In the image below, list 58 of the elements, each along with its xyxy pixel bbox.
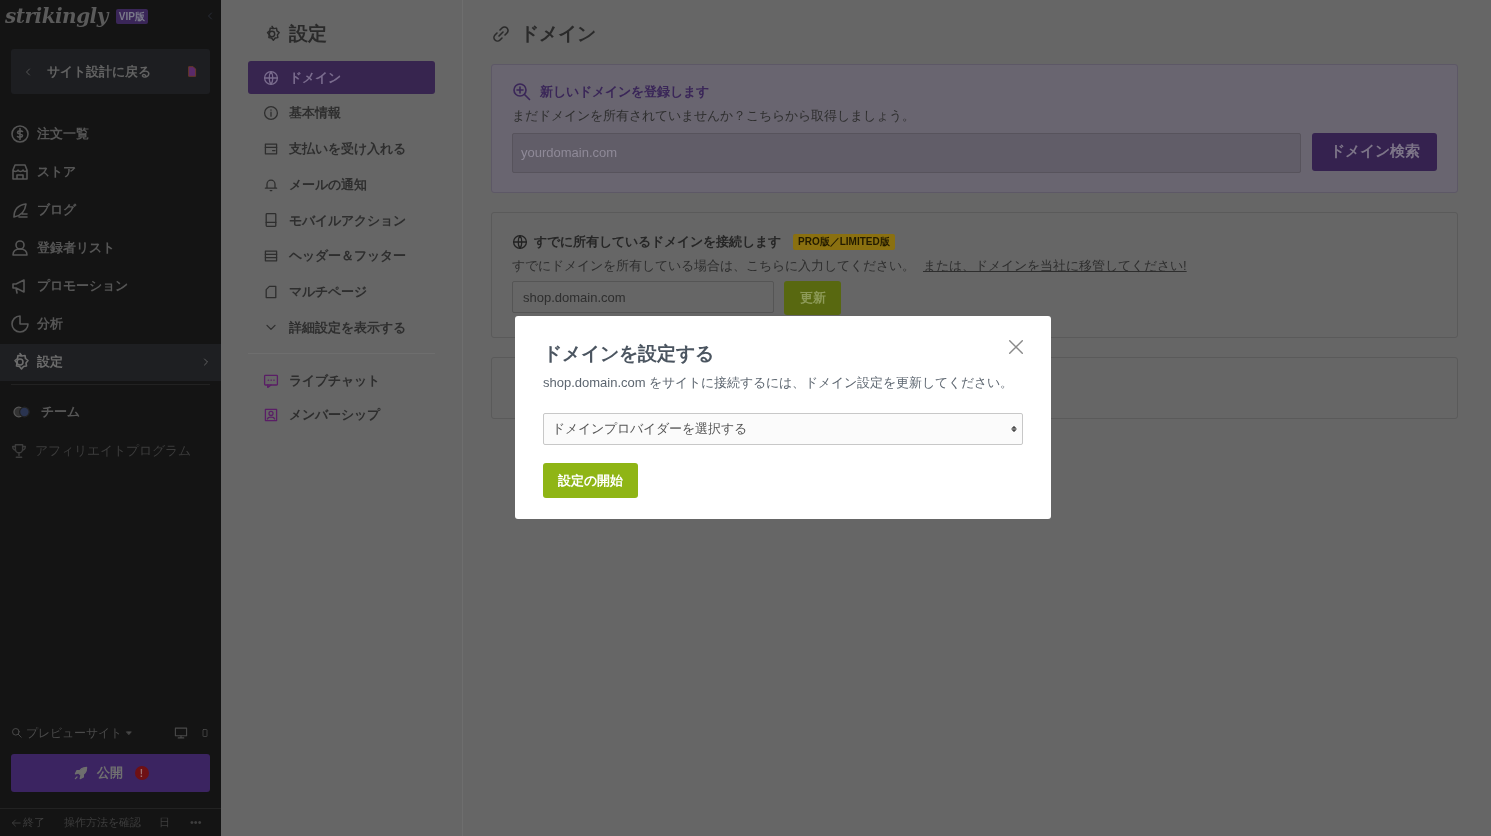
rocket-icon	[72, 765, 89, 781]
sidebar-item[interactable]: 登録者リスト	[0, 229, 221, 267]
settings-nav-item[interactable]: メールの通知	[248, 168, 435, 202]
chevron-left-icon	[23, 65, 33, 78]
updown-caret-icon	[1010, 423, 1018, 435]
phone-icon[interactable]	[200, 726, 210, 740]
more-button[interactable]: •••	[190, 814, 202, 831]
trophy-icon	[10, 441, 28, 460]
sidebar-item[interactable]: プロモーション	[0, 267, 221, 305]
person-icon	[10, 238, 30, 258]
member-icon	[263, 406, 279, 423]
sidebar-item[interactable]: ブログ	[0, 191, 221, 229]
card-title: 新しいドメインを登録します	[540, 83, 709, 102]
caret-down-icon	[125, 729, 133, 737]
dialog-title: ドメインを設定する	[543, 342, 714, 366]
plan-badge: VIP版	[115, 8, 148, 24]
chat-icon	[263, 372, 279, 389]
provider-select[interactable]: ドメインプロバイダーを選択する	[543, 413, 1023, 445]
sidebar-item[interactable]: ストア	[0, 153, 221, 191]
info-icon	[263, 105, 279, 122]
settings-nav-item[interactable]: マルチページ	[248, 275, 435, 309]
dollar-icon	[10, 124, 30, 144]
desktop-icon[interactable]	[173, 726, 189, 740]
page-title: 設定	[289, 21, 327, 46]
sidebar-item[interactable]: 分析	[0, 305, 221, 343]
page-icon	[186, 64, 198, 79]
pen-icon	[10, 200, 30, 220]
zoom-in-icon	[512, 82, 532, 102]
search-icon	[11, 727, 23, 739]
domain-field[interactable]: shop.domain.com	[512, 281, 774, 313]
section-title: ドメイン	[520, 21, 596, 46]
logo: strikingly	[5, 3, 108, 30]
settings-nav-item[interactable]: モバイルアクション	[248, 203, 435, 237]
globe-icon	[512, 233, 528, 250]
close-icon[interactable]	[1007, 338, 1025, 356]
update-button[interactable]: 更新	[784, 281, 841, 315]
start-setup-button[interactable]: 設定の開始	[543, 463, 638, 498]
chevron-right-icon	[201, 356, 211, 368]
settings-nav-item[interactable]: 基本情報	[248, 96, 435, 130]
page-icon	[263, 283, 279, 300]
settings-nav-item[interactable]: ドメイン	[248, 61, 435, 94]
card-title: すでに所有しているドメインを接続します	[534, 233, 781, 251]
plan-badge: PRO版／LIMITED版	[793, 233, 895, 250]
alert-badge: !	[134, 766, 149, 780]
dialog-message: shop.domain.com をサイトに接続するには、ドメイン設定を更新してください。	[543, 373, 1015, 392]
domain-search-button[interactable]: ドメイン検索	[1312, 132, 1437, 171]
sidebar-item[interactable]: チーム	[0, 392, 221, 431]
settings-nav-item[interactable]: 詳細設定を表示する	[248, 310, 435, 344]
globe-icon	[263, 69, 279, 86]
back-button[interactable]: サイト設計に戻る	[11, 49, 210, 94]
link-icon	[491, 24, 511, 44]
sidebar-item[interactable]: 設定	[0, 343, 221, 381]
settings-nav-item[interactable]: 支払いを受け入れる	[248, 132, 435, 166]
publish-button[interactable]: 公開 !	[11, 754, 210, 792]
pie-chart-icon	[10, 314, 30, 334]
arrow-left-icon	[10, 816, 22, 829]
store-icon	[10, 162, 30, 182]
tablet-icon	[263, 212, 279, 229]
